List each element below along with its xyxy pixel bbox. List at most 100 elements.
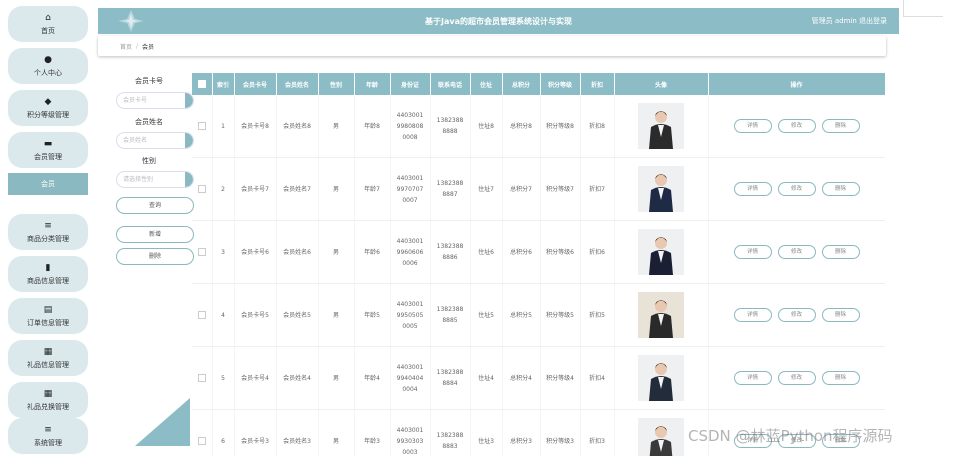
delete-row-button[interactable]: 删除 (821, 182, 860, 196)
edit-button[interactable]: 修改 (777, 245, 816, 259)
delete-button[interactable]: 删除 (116, 248, 194, 265)
index-cell: 5 (212, 346, 235, 410)
card-number-cell: 会员卡号5 (234, 283, 277, 347)
discount-cell: 折扣6 (580, 220, 615, 284)
id-card-line: 4403001 (396, 111, 424, 119)
card-number-cell: 会员卡号3 (234, 409, 277, 456)
decorative-triangle (135, 398, 190, 446)
row-checkbox[interactable] (197, 311, 206, 319)
id-card-line: 9950505 (396, 311, 424, 319)
gender-cell: 男 (318, 95, 355, 158)
sidebar-item[interactable]: ⌂ 首页 (8, 6, 88, 42)
edit-button[interactable]: 修改 (777, 308, 816, 322)
query-button[interactable]: 查询 (116, 197, 194, 214)
page-title: 基于Java的超市会员管理系统设计与实现 (425, 16, 572, 26)
menu-icon: ⌂ (45, 12, 51, 23)
row-checkbox[interactable] (197, 374, 206, 382)
delete-row-button[interactable]: 删除 (821, 308, 860, 322)
sidebar-item-label: 商品信息管理 (27, 276, 69, 285)
phone-cell: 1382388 8886 (430, 220, 471, 284)
phone-cell: 1382388 8888 (430, 95, 471, 158)
address-cell: 住址6 (470, 220, 503, 284)
avatar (638, 166, 684, 212)
sidebar-item[interactable]: ▬ 会员管理 (8, 132, 88, 168)
sidebar-item-label: 积分等级管理 (27, 110, 69, 119)
age-cell: 年龄7 (354, 157, 391, 221)
age-cell: 年龄4 (354, 346, 391, 410)
sidebar-item[interactable]: ≡ 系统管理 (8, 418, 88, 454)
edit-button[interactable]: 修改 (777, 371, 816, 385)
row-checkbox[interactable] (197, 437, 206, 445)
column-header[interactable] (192, 73, 213, 95)
id-card-line: 9930303 (396, 437, 424, 445)
sidebar-item[interactable]: ● 个人中心 (8, 48, 88, 84)
actions-cell: 详情 修改 删除 (708, 220, 885, 284)
phone-line: 1382388 (436, 243, 464, 250)
sidebar-item[interactable]: ≡ 商品分类管理 (8, 214, 88, 250)
row-checkbox-cell[interactable] (192, 220, 213, 284)
member-name-label: 会员姓名 (135, 118, 163, 126)
detail-button[interactable]: 详情 (733, 371, 772, 385)
actions-cell: 详情 修改 删除 (708, 346, 885, 410)
actions-group: 详情 修改 删除 (709, 371, 885, 385)
card-number-input[interactable]: 会员卡号 (116, 92, 194, 109)
edit-button[interactable]: 修改 (777, 119, 816, 133)
column-header: 索引 (212, 73, 235, 95)
detail-button[interactable]: 详情 (733, 182, 772, 196)
watermark: CSDN @林蓝Python程序源码 (688, 427, 893, 445)
detail-button[interactable]: 详情 (733, 119, 772, 133)
menu-icon: ● (44, 54, 52, 65)
id-card-line: 9970707 (396, 185, 424, 193)
top-header: 基于Java的超市会员管理系统设计与实现 管理员 admin 退出登录 (98, 8, 899, 34)
id-card-line: 0004 (402, 385, 418, 393)
row-checkbox-cell[interactable] (192, 95, 213, 158)
sidebar-item[interactable]: ▤ 订单信息管理 (8, 298, 88, 334)
id-card-cell: 4403001 9930303 0003 (390, 409, 431, 456)
address-cell: 住址3 (470, 409, 503, 456)
edit-button[interactable]: 修改 (777, 182, 816, 196)
column-header: 总积分 (502, 73, 541, 95)
id-card-line: 4403001 (396, 174, 424, 182)
row-checkbox[interactable] (197, 122, 206, 130)
phone-line: 8884 (442, 380, 458, 387)
breadcrumb-home[interactable]: 首页 (120, 42, 132, 51)
phone-line: 1382388 (436, 432, 464, 439)
breadcrumb: 首页 / 会员 (98, 36, 886, 56)
delete-row-button[interactable]: 删除 (821, 119, 860, 133)
sidebar-item-label: 礼品兑换管理 (27, 402, 69, 411)
divider (903, 16, 943, 17)
member-name-input[interactable]: 会员姓名 (116, 132, 194, 149)
row-checkbox-cell[interactable] (192, 157, 213, 221)
add-button[interactable]: 新增 (116, 226, 194, 243)
user-logout-link[interactable]: 管理员 admin 退出登录 (812, 16, 887, 26)
sidebar-item[interactable]: ▮ 商品信息管理 (8, 256, 88, 292)
row-checkbox[interactable] (197, 185, 206, 193)
row-checkbox-cell[interactable] (192, 283, 213, 347)
discount-cell: 折扣3 (580, 409, 615, 456)
id-card-line: 4403001 (396, 237, 424, 245)
row-checkbox-cell[interactable] (192, 409, 213, 456)
level-cell: 积分等级4 (540, 346, 581, 410)
delete-row-button[interactable]: 删除 (821, 245, 860, 259)
avatar-cell (614, 220, 709, 284)
column-header: 头像 (614, 73, 709, 95)
select-all-checkbox[interactable] (197, 80, 206, 88)
gender-select[interactable]: 请选择性别 (116, 171, 194, 188)
address-cell: 住址8 (470, 95, 503, 158)
row-checkbox[interactable] (197, 248, 206, 256)
row-checkbox-cell[interactable] (192, 346, 213, 410)
delete-row-button[interactable]: 删除 (821, 371, 860, 385)
sidebar-subitem-member[interactable]: 会员 (8, 173, 88, 195)
detail-button[interactable]: 详情 (733, 245, 772, 259)
level-cell: 积分等级6 (540, 220, 581, 284)
detail-button[interactable]: 详情 (733, 308, 772, 322)
sidebar-item[interactable]: ▦ 礼品兑换管理 (8, 382, 88, 418)
sidebar-item-label: 个人中心 (34, 68, 62, 77)
points-cell: 总积分5 (502, 283, 541, 347)
age-cell: 年龄5 (354, 283, 391, 347)
breadcrumb-separator: / (136, 42, 139, 50)
sidebar-item[interactable]: ▦ 礼品信息管理 (8, 340, 88, 376)
sidebar-item[interactable]: ◆ 积分等级管理 (8, 90, 88, 126)
menu-icon: ▬ (43, 138, 53, 149)
menu-icon: ▮ (45, 262, 51, 273)
